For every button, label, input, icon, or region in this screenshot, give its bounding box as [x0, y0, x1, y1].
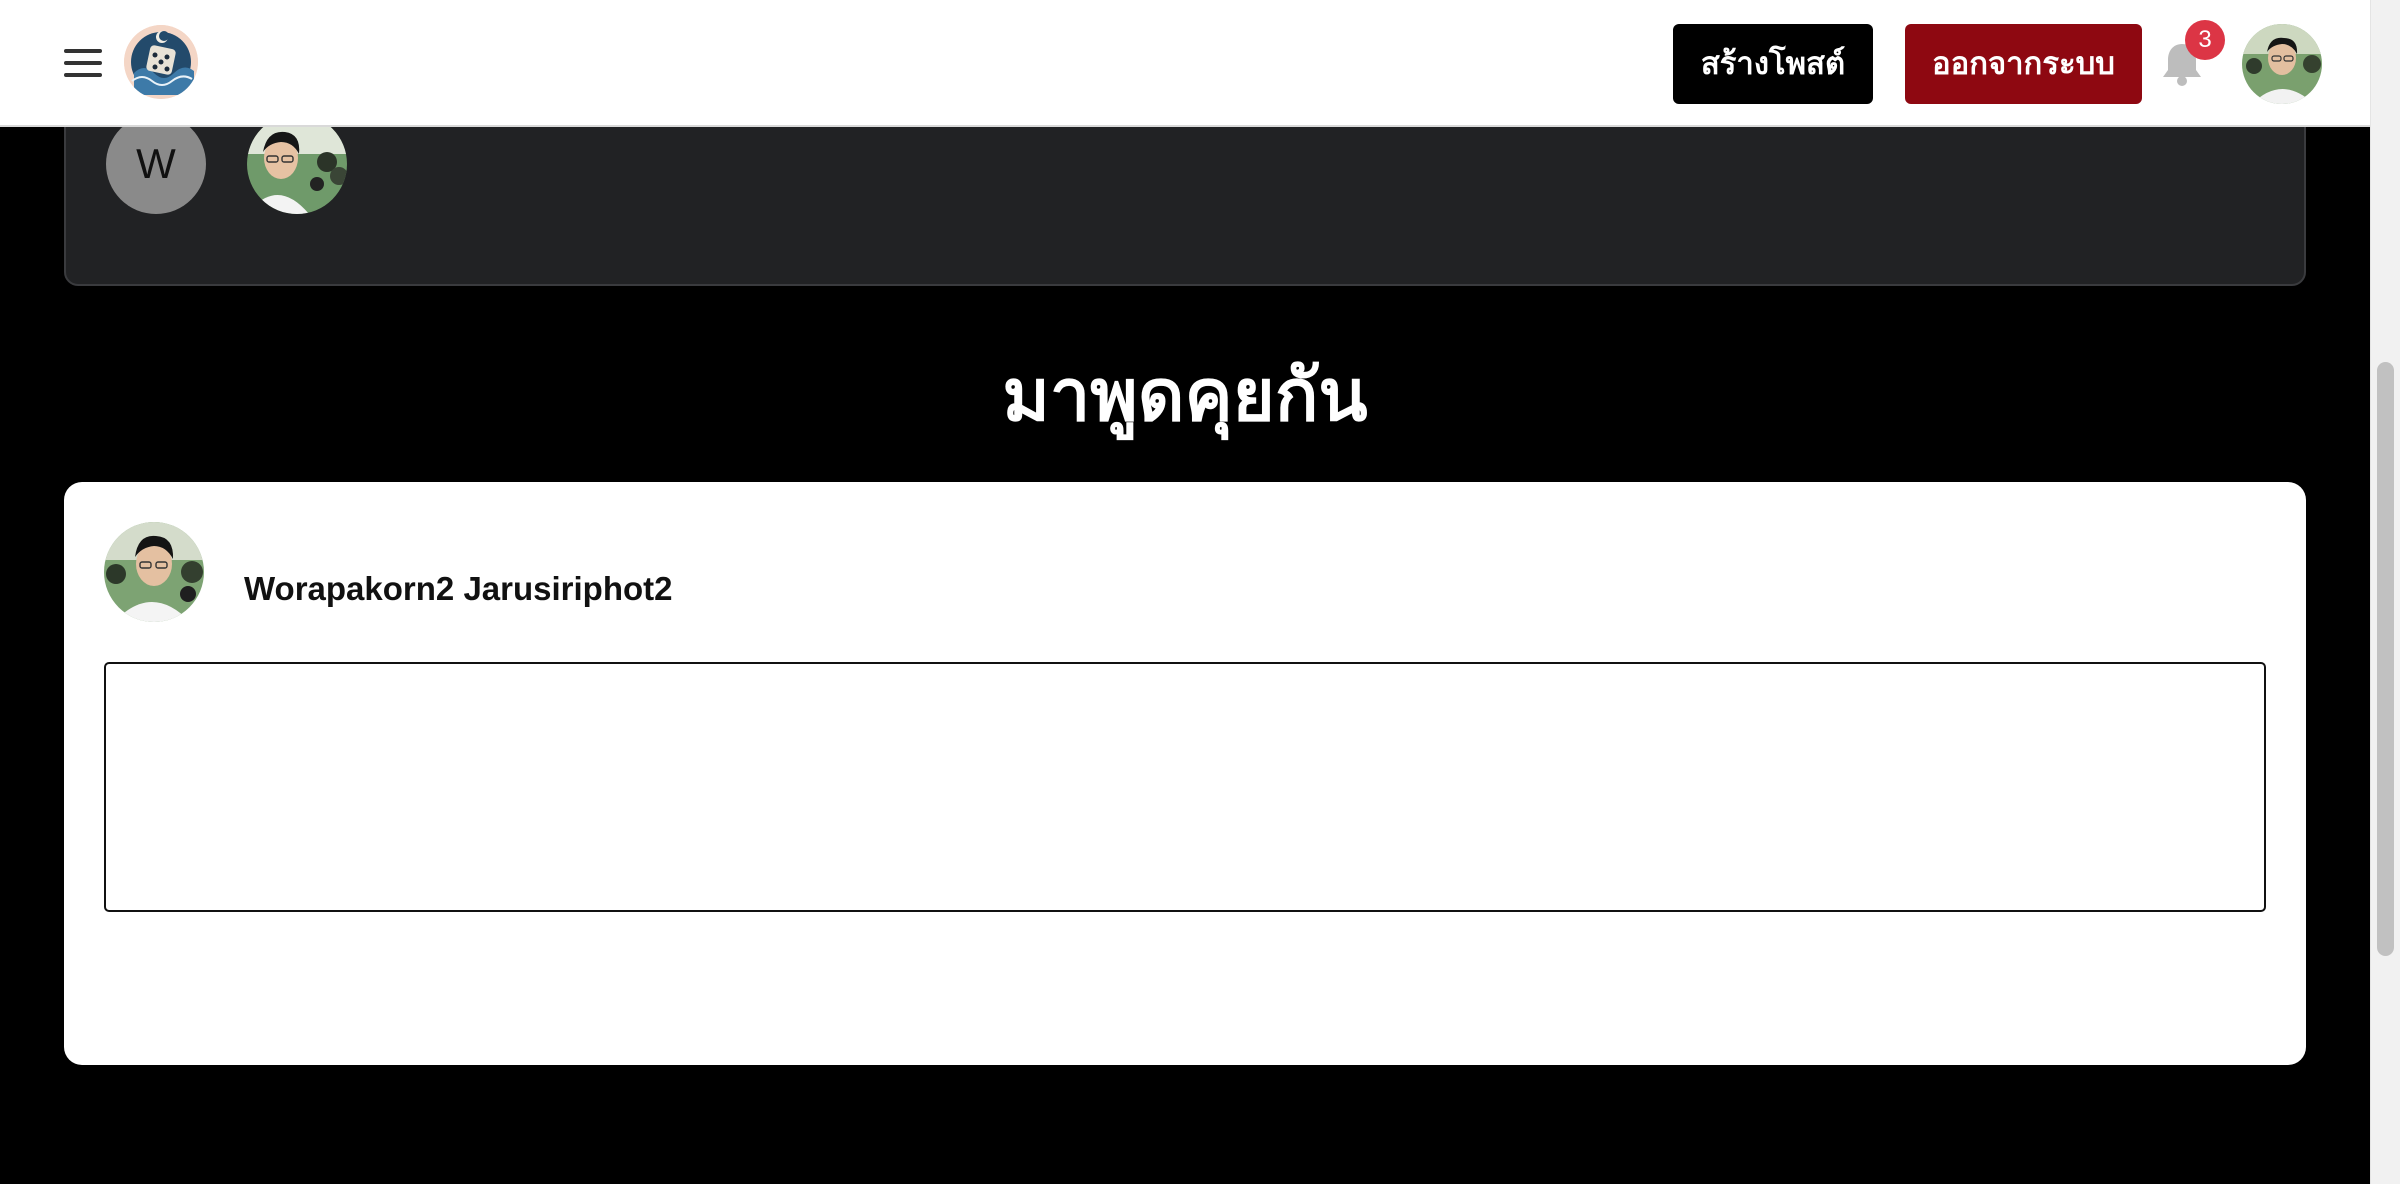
- post-comment-textarea[interactable]: [104, 662, 2266, 912]
- scrollbar-thumb[interactable]: [2377, 362, 2394, 956]
- discussion-title: มาพูดคุยกัน: [1002, 353, 1368, 437]
- logout-button[interactable]: ออกจากระบบ: [1905, 24, 2142, 104]
- notification-count-badge: 3: [2185, 20, 2225, 60]
- post-composer-card: Worapakorn2 Jarusiriphot2: [64, 482, 2306, 1065]
- composer-author-name: Worapakorn2 Jarusiriphot2: [244, 570, 673, 607]
- top-navbar: สร้างโพสต์ ออกจากระบบ 3: [0, 0, 2370, 127]
- composer-avatar[interactable]: [104, 522, 204, 622]
- create-post-button[interactable]: สร้างโพสต์: [1673, 24, 1873, 104]
- logo-graphic: [124, 25, 198, 99]
- user-avatar[interactable]: [2242, 24, 2322, 104]
- site-logo[interactable]: [124, 25, 198, 99]
- participant-avatar-photo[interactable]: [247, 114, 347, 214]
- hamburger-menu-icon[interactable]: [64, 47, 102, 79]
- participant-avatar-initial[interactable]: W: [106, 114, 206, 214]
